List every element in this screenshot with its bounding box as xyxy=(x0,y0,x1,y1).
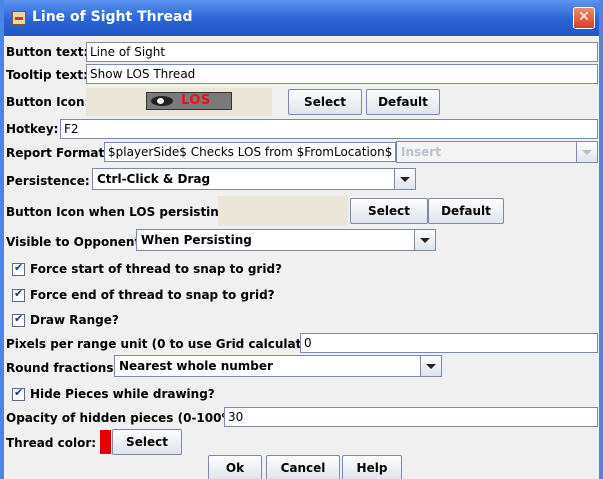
eye-icon xyxy=(151,96,173,106)
visible-to-opponent-label: Visible to Opponent: xyxy=(6,235,146,249)
hide-pieces-checkbox[interactable] xyxy=(12,386,25,401)
draw-range-checkbox-row[interactable]: Draw Range? xyxy=(12,312,119,327)
chevron-down-icon[interactable] xyxy=(394,169,415,189)
persist-icon-default-button[interactable]: Default xyxy=(428,198,504,224)
report-format-label: Report Format: xyxy=(6,146,110,160)
report-format-insert-dropdown: Insert xyxy=(396,141,598,163)
hotkey-label: Hotkey: xyxy=(6,122,59,136)
los-icon: LOS xyxy=(146,92,232,110)
chevron-down-icon xyxy=(576,142,597,162)
round-fractions-dropdown[interactable]: Nearest whole number xyxy=(114,355,442,377)
app-icon xyxy=(12,11,26,25)
snap-end-label: Force end of thread to snap to grid? xyxy=(30,288,275,302)
pixels-per-range-input[interactable]: 0 xyxy=(300,333,598,353)
persistence-value: Ctrl-Click & Drag xyxy=(97,172,211,186)
persistence-label: Persistence: xyxy=(6,174,90,188)
snap-start-checkbox[interactable] xyxy=(12,261,25,276)
button-text-label: Button text: xyxy=(6,45,89,59)
visible-to-opponent-value: When Persisting xyxy=(141,233,252,247)
tooltip-text-input[interactable]: Show LOS Thread xyxy=(86,64,598,84)
persistence-dropdown[interactable]: Ctrl-Click & Drag xyxy=(92,168,416,190)
thread-color-swatch xyxy=(100,430,111,454)
pixels-per-range-label: Pixels per range unit (0 to use Grid cal… xyxy=(6,337,333,351)
close-button[interactable]: ✕ xyxy=(573,7,595,29)
title-bar[interactable]: Line of Sight Thread ✕ xyxy=(4,0,599,36)
thread-color-label: Thread color: xyxy=(6,436,97,450)
chevron-down-icon[interactable] xyxy=(414,230,435,250)
thread-color-select-button[interactable]: Select xyxy=(112,429,182,455)
persist-icon-label: Button Icon when LOS persisting: xyxy=(6,205,233,219)
snap-start-label: Force start of thread to snap to grid? xyxy=(30,262,282,276)
snap-start-checkbox-row[interactable]: Force start of thread to snap to grid? xyxy=(12,261,282,276)
draw-range-checkbox[interactable] xyxy=(12,312,25,327)
button-icon-label: Button Icon: xyxy=(6,95,90,109)
cancel-button[interactable]: Cancel xyxy=(266,455,340,479)
ok-button[interactable]: Ok xyxy=(208,455,262,479)
opacity-input[interactable]: 30 xyxy=(224,407,598,427)
button-icon-default-button[interactable]: Default xyxy=(366,89,440,115)
draw-range-label: Draw Range? xyxy=(30,313,119,327)
button-icon-select-button[interactable]: Select xyxy=(288,89,362,115)
close-icon: ✕ xyxy=(578,9,590,25)
insert-label: Insert xyxy=(401,145,441,159)
report-format-input[interactable]: $playerSide$ Checks LOS from $FromLocati… xyxy=(104,142,396,162)
round-fractions-value: Nearest whole number xyxy=(119,359,273,373)
tooltip-text-label: Tooltip text: xyxy=(6,68,88,82)
hide-pieces-checkbox-row[interactable]: Hide Pieces while drawing? xyxy=(12,386,215,401)
button-text-input[interactable]: Line of Sight xyxy=(86,42,598,62)
visible-to-opponent-dropdown[interactable]: When Persisting xyxy=(136,229,436,251)
window-title: Line of Sight Thread xyxy=(32,9,193,25)
help-button[interactable]: Help xyxy=(342,455,402,479)
chevron-down-icon[interactable] xyxy=(420,356,441,376)
snap-end-checkbox[interactable] xyxy=(12,287,25,302)
snap-end-checkbox-row[interactable]: Force end of thread to snap to grid? xyxy=(12,287,275,302)
hide-pieces-label: Hide Pieces while drawing? xyxy=(30,387,215,401)
hotkey-input[interactable]: F2 xyxy=(60,119,598,139)
opacity-label: Opacity of hidden pieces (0-100%): xyxy=(6,411,244,425)
los-icon-text: LOS xyxy=(181,93,211,108)
persist-icon-select-button[interactable]: Select xyxy=(350,198,428,224)
persist-icon-preview-area xyxy=(218,196,348,226)
round-fractions-label: Round fractions: xyxy=(6,361,119,375)
dialog-window: Line of Sight Thread ✕ Button text: Line… xyxy=(0,0,603,479)
